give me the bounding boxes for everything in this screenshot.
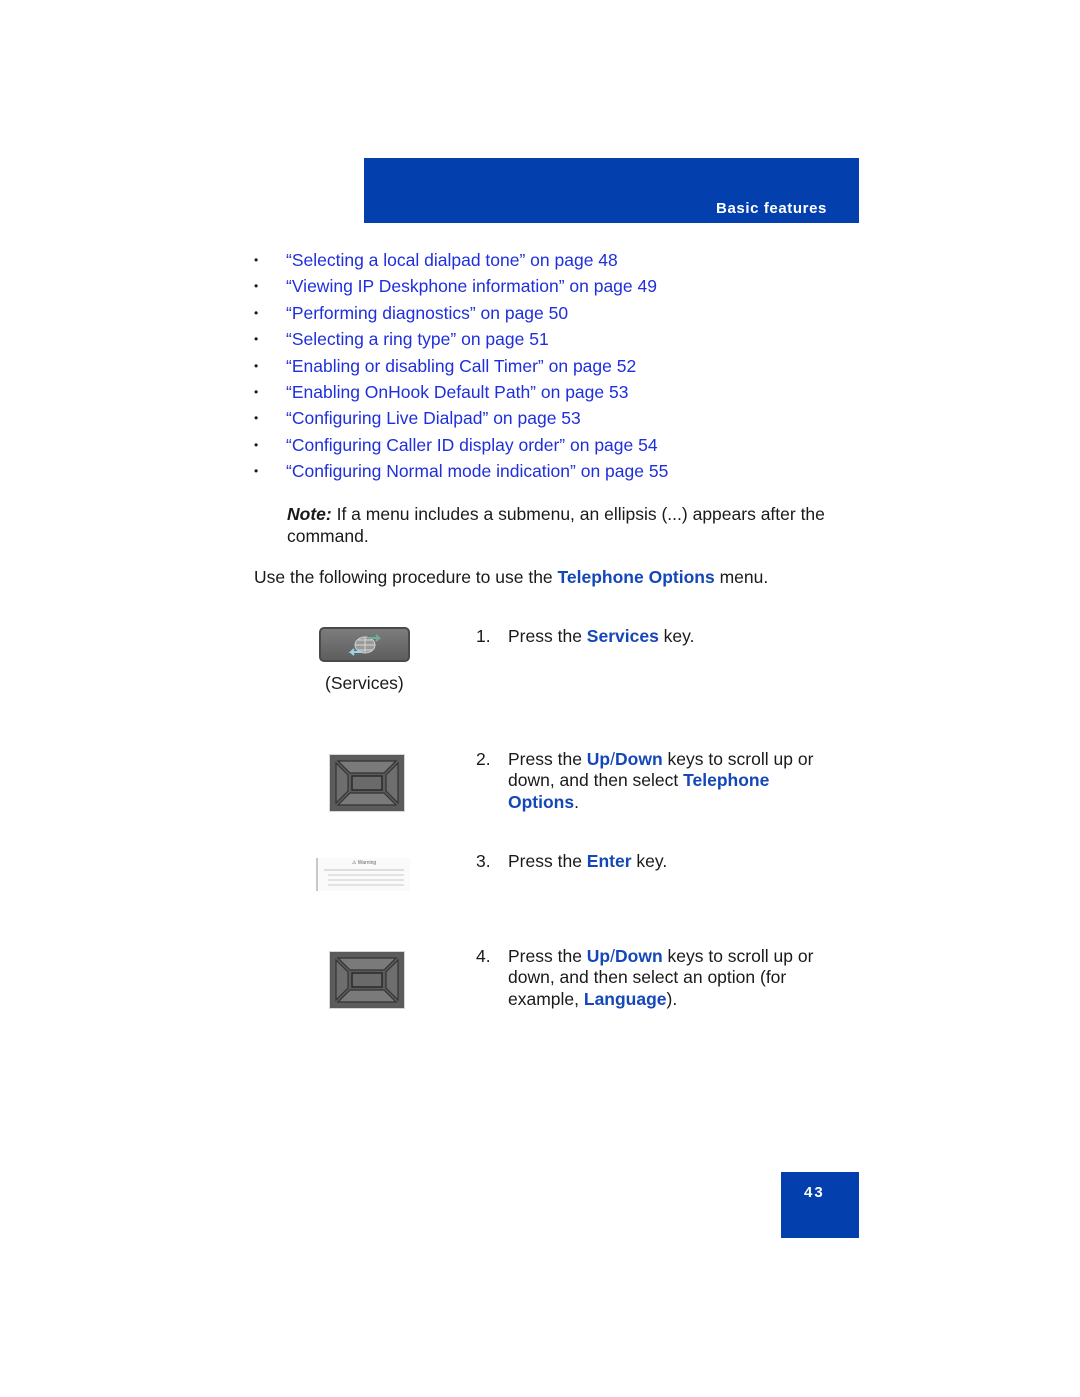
toc-link[interactable]: “Configuring Normal mode indication” on … — [286, 459, 668, 485]
step-3: 3. Press the Enter key. — [476, 851, 836, 872]
down-key-highlight: Down — [615, 749, 663, 769]
topic-link-list: • “Selecting a local dialpad tone” on pag… — [254, 248, 668, 486]
step-text: Press the Up/Down keys to scroll up or d… — [508, 749, 814, 812]
toc-link[interactable]: “Selecting a ring type” on page 51 — [286, 327, 549, 353]
bullet: • — [254, 384, 259, 399]
bullet: • — [254, 358, 259, 373]
note-label: Note: — [287, 504, 332, 524]
services-globe-icon — [348, 633, 381, 656]
list-item: • “Performing diagnostics” on page 50 — [254, 301, 668, 327]
bullet: • — [254, 305, 259, 320]
step-text: Press the Services key. — [508, 626, 695, 646]
up-key-highlight: Up — [586, 749, 611, 769]
toc-link[interactable]: “Enabling or disabling Call Timer” on pa… — [286, 354, 636, 380]
section-header-bar: Basic features — [364, 158, 859, 223]
step-number: 2. — [476, 749, 491, 769]
page-number: 43 — [804, 1184, 825, 1201]
step-2: 2. Press the Up/Down keys to scroll up o… — [476, 749, 836, 813]
toc-link[interactable]: “Enabling OnHook Default Path” on page 5… — [286, 380, 628, 406]
bullet: • — [254, 437, 259, 452]
navigation-cluster-image — [329, 754, 405, 812]
bullet: • — [254, 253, 259, 267]
services-key-image — [319, 627, 410, 662]
section-title: Basic features — [716, 200, 827, 217]
warning-icon: ⚠ — [351, 860, 357, 866]
step-text: Press the Up/Down keys to scroll up or d… — [508, 946, 814, 1009]
list-item: • “Configuring Live Dialpad” on page 53 — [254, 406, 668, 432]
enter-key-highlight: Enter — [586, 851, 632, 871]
services-key-caption: (Services) — [325, 673, 404, 693]
navigation-cluster-image — [329, 951, 405, 1009]
telephone-options-highlight: Telephone Options — [557, 567, 715, 587]
bullet: • — [254, 411, 259, 426]
page-number-box: 43 — [781, 1172, 859, 1238]
intro-text: Use the following procedure to use the — [254, 567, 558, 587]
toc-link[interactable]: “Performing diagnostics” on page 50 — [286, 301, 568, 327]
step-text: Press the Enter key. — [508, 851, 668, 871]
warning-caption: ⚠ Warning — [351, 860, 377, 866]
down-key-highlight: Down — [615, 946, 663, 966]
navigation-keys-icon — [332, 954, 402, 1006]
note-paragraph: Note: If a menu includes a submenu, an e… — [287, 503, 847, 547]
bullet: • — [254, 332, 259, 347]
services-key-highlight: Services — [586, 626, 659, 646]
toc-link[interactable]: “Configuring Live Dialpad” on page 53 — [286, 406, 581, 432]
list-item: • “Configuring Normal mode indication” on… — [254, 459, 668, 485]
list-item: • “Selecting a local dialpad tone” on pag… — [254, 248, 668, 274]
step-number: 3. — [476, 851, 491, 871]
bullet: • — [254, 279, 259, 294]
list-item: • “Configuring Caller ID display order” o… — [254, 433, 668, 459]
step-number: 4. — [476, 946, 491, 966]
toc-link[interactable]: “Selecting a local dialpad tone” on page… — [286, 248, 618, 274]
bullet: • — [254, 464, 259, 479]
list-item: • “Enabling or disabling Call Timer” on p… — [254, 354, 668, 380]
list-item: • “Selecting a ring type” on page 51 — [254, 327, 668, 353]
language-highlight: Language — [583, 988, 667, 1009]
navigation-keys-icon — [332, 757, 402, 809]
list-item: • “Viewing IP Deskphone information” on p… — [254, 274, 668, 300]
up-key-highlight: Up — [586, 946, 611, 966]
toc-link[interactable]: “Viewing IP Deskphone information” on pa… — [286, 274, 657, 300]
step-1: 1. Press the Services key. — [476, 626, 836, 647]
step-4: 4. Press the Up/Down keys to scroll up o… — [476, 946, 836, 1010]
step-number: 1. — [476, 626, 491, 646]
list-item: • “Enabling OnHook Default Path” on page … — [254, 380, 668, 406]
intro-paragraph: Use the following procedure to use the T… — [254, 567, 768, 588]
toc-link[interactable]: “Configuring Caller ID display order” on… — [286, 433, 658, 459]
enter-key-warning-image: ⚠ Warning — [316, 858, 410, 891]
intro-text-end: menu. — [714, 567, 769, 587]
note-text: If a menu includes a submenu, an ellipsi… — [287, 504, 825, 546]
